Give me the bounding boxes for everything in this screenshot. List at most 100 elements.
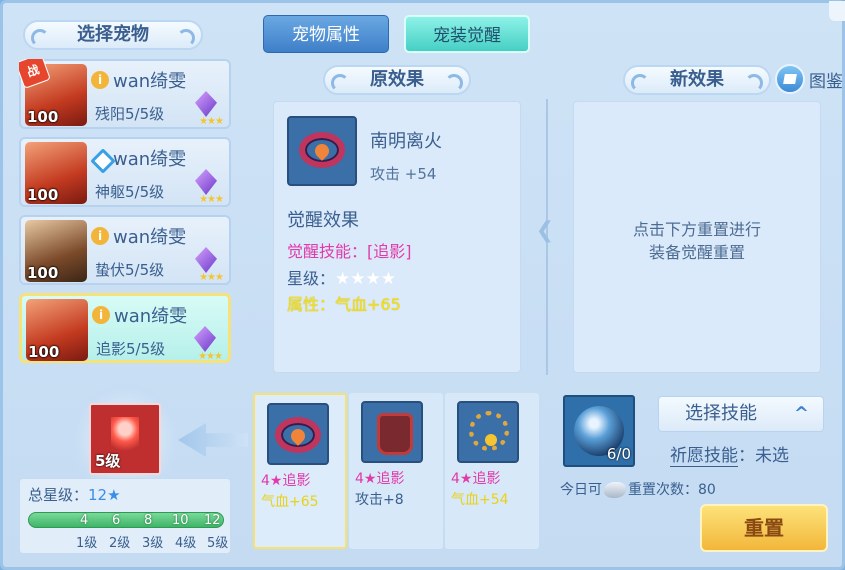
pet-level: 100 [27,264,59,282]
awaken-effect-title: 觉醒效果 [287,210,359,231]
gem-icon [195,169,217,195]
pray-skill-label: 祈愿技能 [670,446,738,467]
pray-skill-value: ：未选 [738,446,789,466]
star-value: ★★★★ [335,269,396,289]
select-skill-dropdown[interactable]: 选择技能 ^ [658,396,824,432]
select-pet-title: 选择宠物 [23,20,203,50]
pet-stars: ★★★ [199,194,224,205]
gem-icon [195,247,217,273]
skill-level: 5级 [95,452,121,470]
pet-avatar: 100 [25,220,87,282]
candidate-slot-1[interactable]: 4★追影 气血+65 [253,393,347,549]
candidate-slot-3[interactable]: 4★追影 气血+54 [445,393,539,549]
candidate-stat: 气血+65 [261,494,319,510]
pet-skill: 神躯5/5级 [95,183,165,201]
arrow-left-icon [178,423,248,457]
tick-number: 4 [80,513,89,528]
wish-orb-slot[interactable]: 6/0 [563,395,635,467]
window-corner [829,1,845,21]
candidate-stat: 气血+54 [451,492,509,508]
equip-name: 南明离火 [370,131,442,152]
ring-icon [299,132,345,168]
select-skill-label: 选择技能 [685,403,757,424]
total-stars: 总星级：12★ [28,484,121,505]
new-effect-title: 新效果 [623,65,771,95]
tick-number: 12 [204,513,221,528]
candidate-slot-2[interactable]: 4★追影 攻击+8 [349,393,443,549]
candidate-skill: 4★追影 [451,471,501,487]
reset-count-info: 今日可 重置次数：80 [560,479,716,499]
original-effect-title: 原效果 [323,65,471,95]
pet-card-4[interactable]: 100 i wan绮雯 追影5/5级 ★★★ [19,293,231,363]
pet-name: wan绮雯 [113,149,187,170]
gem-icon [195,91,217,117]
awaken-skill-icon[interactable]: 5级 [89,403,161,475]
stone-icon [604,482,626,498]
equip-slot [361,401,423,463]
reset-count: 重置次数：80 [628,482,716,498]
pet-avatar: 100 [25,142,87,204]
pet-card-1[interactable]: 100 战 i wan绮雯 残阳5/5级 ★★★ [19,59,231,129]
star-label: 星级： [287,269,336,288]
tick-level: 3级 [142,536,164,551]
book-icon [775,64,805,94]
equip-slot [457,401,519,463]
total-stars-label: 总星级： [28,486,89,504]
star-progress-bar [28,512,224,528]
pet-skill: 残阳5/5级 [95,105,165,123]
orb-count: 6/0 [606,445,631,463]
tab-pet-attributes[interactable]: 宠物属性 [263,15,389,53]
pet-stars: ★★★ [198,351,223,362]
tick-level: 1级 [76,536,98,551]
pet-stars: ★★★ [199,116,224,127]
original-effect-panel: 南明离火 攻击 +54 觉醒效果 觉醒技能：[追影] 星级：★★★★ 属性：气血… [273,101,521,373]
pet-name: wan绮雯 [114,306,188,327]
equip-slot[interactable] [287,116,357,186]
equip-stat: 攻击 +54 [370,165,437,183]
candidate-skill: 4★追影 [355,471,405,487]
pet-name: wan绮雯 [113,71,187,92]
new-effect-panel: 点击下方重置进行 装备觉醒重置 [573,101,821,373]
divider-ornament-icon: ❮ [535,218,555,243]
pet-level: 100 [27,108,59,126]
tick-number: 6 [112,513,121,528]
pet-stars: ★★★ [199,272,224,283]
pet-level: 100 [28,343,60,361]
awaken-skill: 觉醒技能：[追影] [287,242,412,261]
rank-icon [90,148,116,174]
star-level: 星级：★★★★ [287,265,396,289]
reset-prefix: 今日可 [560,482,602,498]
pet-name: wan绮雯 [113,227,187,248]
tick-number: 8 [144,513,153,528]
pet-list[interactable]: 100 战 i wan绮雯 残阳5/5级 ★★★ 100 wan绮雯 神躯5/5… [19,59,231,373]
equip-slot [267,403,329,465]
pet-skill: 蛰伏5/5级 [95,261,165,279]
rank-icon: i [92,306,110,324]
candidate-skill: 4★追影 [261,473,311,489]
tick-level: 5级 [207,536,229,551]
pet-card-2[interactable]: 100 wan绮雯 神躯5/5级 ★★★ [19,137,231,207]
armor-icon [377,413,413,455]
pet-card-3[interactable]: 100 i wan绮雯 蛰伏5/5级 ★★★ [19,215,231,285]
total-stars-value: 12★ [88,486,121,504]
tick-number: 10 [172,513,189,528]
pet-skill: 追影5/5级 [96,340,166,358]
pray-skill: 祈愿技能：未选 [670,441,789,467]
new-effect-hint-1: 点击下方重置进行 [632,220,761,239]
pet-avatar: 100 [26,299,88,361]
necklace-icon [469,411,509,451]
reset-button[interactable]: 重置 [700,504,828,552]
awaken-attr: 属性：气血+65 [287,295,401,314]
total-stars-panel: 总星级：12★ 4 6 8 10 12 1级 2级 3级 4级 5级 [19,478,231,554]
ring-icon [275,417,321,453]
pet-level: 100 [27,186,59,204]
gem-icon [194,326,216,352]
tick-level: 2级 [109,536,131,551]
tab-equip-awaken[interactable]: 宠装觉醒 [404,15,530,53]
rank-icon: i [91,227,109,245]
gallery-label: 图鉴 [809,72,843,92]
rank-icon: i [91,71,109,89]
new-effect-hint-2: 装备觉醒重置 [648,243,745,262]
tick-level: 4级 [175,536,197,551]
candidate-stat: 攻击+8 [355,492,404,508]
